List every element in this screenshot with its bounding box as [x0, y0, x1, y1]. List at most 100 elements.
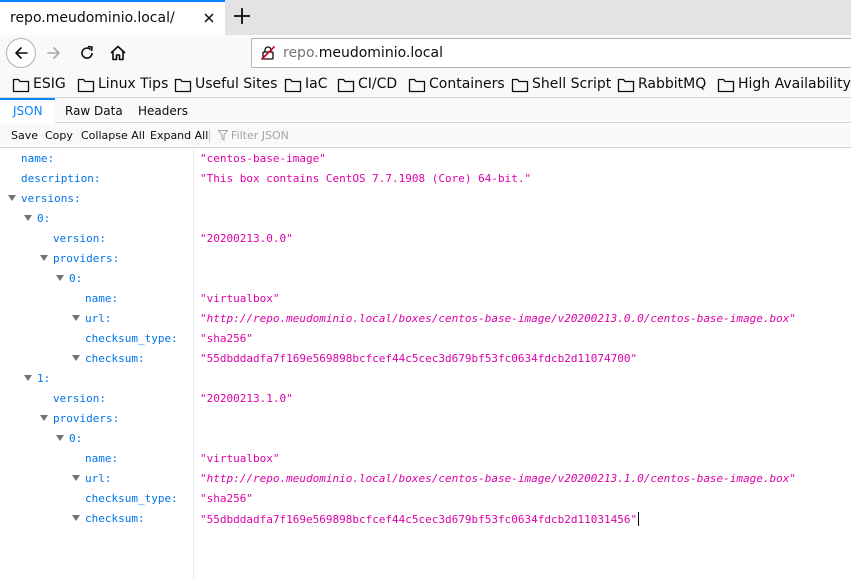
json-key: checksum:: [85, 352, 145, 365]
expand-all-button[interactable]: Expand All: [150, 129, 208, 142]
bookmark-label: Containers: [429, 76, 505, 92]
folder-icon: [717, 78, 735, 93]
tree-row[interactable]: url: "http://repo.meudominio.local/boxes/…: [0, 469, 851, 489]
twisty-down-icon[interactable]: [72, 315, 80, 321]
json-value-text: "sha256": [200, 332, 253, 345]
url-prefix: repo.: [283, 45, 319, 61]
tab-strip: repo.meudominio.local/: [0, 0, 851, 35]
json-value-text: "centos-base-image": [200, 152, 326, 165]
filter-icon: [217, 130, 229, 145]
json-value-text: "55dbddadfa7f169e569898bcfcef44c5cec3d67…: [200, 513, 638, 526]
json-value: "sha256": [200, 332, 253, 345]
tree-row[interactable]: checksum: "55dbddadfa7f169e569898bcfcef44…: [0, 509, 851, 529]
filter-json-input[interactable]: Filter JSON: [231, 129, 289, 142]
navigation-toolbar: repo.meudominio.local: [0, 35, 851, 71]
tree-row[interactable]: url: "http://repo.meudominio.local/boxes/…: [0, 309, 851, 329]
json-key: checksum:: [85, 512, 145, 525]
json-url-value[interactable]: "http://repo.meudominio.local/boxes/cent…: [200, 312, 796, 325]
tree-row[interactable]: version: "20200213.0.0": [0, 229, 851, 249]
json-value: "55dbddadfa7f169e569898bcfcef44c5cec3d67…: [200, 352, 637, 365]
twisty-down-icon[interactable]: [24, 375, 32, 381]
tree-row[interactable]: checksum: "55dbddadfa7f169e569898bcfcef44…: [0, 349, 851, 369]
browser-tab[interactable]: repo.meudominio.local/: [0, 0, 225, 35]
bookmark-label: Linux Tips: [98, 76, 169, 92]
bookmarks-toolbar: ESIG Linux Tips Useful Sites IaC CI/CD C…: [0, 71, 851, 98]
twisty-down-icon[interactable]: [24, 215, 32, 221]
tree-row[interactable]: 0:: [0, 209, 851, 229]
home-button[interactable]: [103, 38, 133, 68]
json-key: providers:: [53, 252, 120, 265]
json-value-text: "55dbddadfa7f169e569898bcfcef44c5cec3d67…: [200, 352, 638, 365]
forward-button[interactable]: [39, 38, 69, 68]
json-key: name:: [85, 292, 119, 305]
json-key: checksum_type:: [85, 332, 178, 345]
tree-row[interactable]: providers:: [0, 409, 851, 429]
copy-button[interactable]: Copy: [45, 129, 73, 142]
json-tree: name: "centos-base-image" description: "Thi…: [0, 149, 851, 579]
tab-headers[interactable]: Headers: [138, 98, 188, 123]
folder-icon: [337, 78, 355, 93]
json-value: "20200213.1.0": [200, 392, 293, 405]
url-bar[interactable]: repo.meudominio.local: [251, 38, 851, 68]
json-key: version:: [53, 392, 106, 405]
json-key: checksum_type:: [85, 492, 178, 505]
folder-icon: [617, 78, 635, 93]
json-value: "This box contains CentOS 7.7.1908 (Core…: [200, 172, 531, 185]
json-key: versions:: [21, 192, 81, 205]
tree-row[interactable]: name: "virtualbox": [0, 289, 851, 309]
arrow-left-icon: [15, 47, 28, 59]
close-icon[interactable]: [199, 8, 219, 28]
back-button[interactable]: [6, 38, 36, 68]
tree-row[interactable]: 0:: [0, 269, 851, 289]
tree-row[interactable]: name: "virtualbox": [0, 449, 851, 469]
json-key: providers:: [53, 412, 120, 425]
reload-button[interactable]: [72, 38, 102, 68]
twisty-down-icon[interactable]: [40, 415, 48, 421]
tree-row[interactable]: providers:: [0, 249, 851, 269]
twisty-down-icon[interactable]: [40, 255, 48, 261]
twisty-down-icon[interactable]: [72, 355, 80, 361]
tab-json[interactable]: JSON: [0, 98, 55, 123]
reload-icon: [81, 45, 93, 59]
folder-icon: [12, 78, 30, 93]
tree-row[interactable]: version: "20200213.1.0": [0, 389, 851, 409]
json-key: url:: [85, 312, 112, 325]
folder-icon: [408, 78, 426, 93]
tree-row[interactable]: 0:: [0, 429, 851, 449]
json-value: "centos-base-image": [200, 152, 326, 165]
twisty-down-icon[interactable]: [72, 475, 80, 481]
json-url-value[interactable]: "http://repo.meudominio.local/boxes/cent…: [200, 472, 796, 485]
text-caret: [638, 512, 640, 526]
twisty-down-icon[interactable]: [56, 435, 64, 441]
json-value: "virtualbox": [200, 292, 279, 305]
twisty-down-icon[interactable]: [56, 275, 64, 281]
folder-icon: [284, 78, 302, 93]
home-icon: [110, 45, 126, 61]
json-value-text: "http://repo.meudominio.local/boxes/cent…: [200, 472, 797, 485]
plus-icon[interactable]: [231, 5, 253, 27]
tree-row[interactable]: versions:: [0, 189, 851, 209]
tree-row[interactable]: description: "This box contains CentOS 7.…: [0, 169, 851, 189]
json-value: "sha256": [200, 492, 253, 505]
insecure-lock-icon[interactable]: [260, 45, 276, 61]
tree-row[interactable]: checksum_type: "sha256": [0, 329, 851, 349]
tab-raw-data[interactable]: Raw Data: [65, 98, 123, 123]
json-key: url:: [85, 472, 112, 485]
bookmark-label: High Availability: [738, 76, 851, 92]
json-key: 1:: [37, 372, 51, 385]
json-value: "virtualbox": [200, 452, 279, 465]
json-value: "55dbddadfa7f169e569898bcfcef44c5cec3d67…: [200, 512, 640, 526]
json-value-text: "sha256": [200, 492, 253, 505]
save-button[interactable]: Save: [11, 129, 38, 142]
twisty-down-icon[interactable]: [72, 515, 80, 521]
json-value-text: "20200213.1.0": [200, 392, 293, 405]
tree-row[interactable]: 1:: [0, 369, 851, 389]
collapse-all-button[interactable]: Collapse All: [81, 129, 145, 142]
twisty-down-icon[interactable]: [8, 195, 16, 201]
folder-icon: [77, 78, 95, 93]
json-value-text: "http://repo.meudominio.local/boxes/cent…: [200, 312, 797, 325]
tree-row[interactable]: name: "centos-base-image": [0, 149, 851, 169]
url-host: meudominio.local: [318, 45, 443, 61]
tree-row[interactable]: checksum_type: "sha256": [0, 489, 851, 509]
json-value-text: "virtualbox": [200, 292, 280, 305]
